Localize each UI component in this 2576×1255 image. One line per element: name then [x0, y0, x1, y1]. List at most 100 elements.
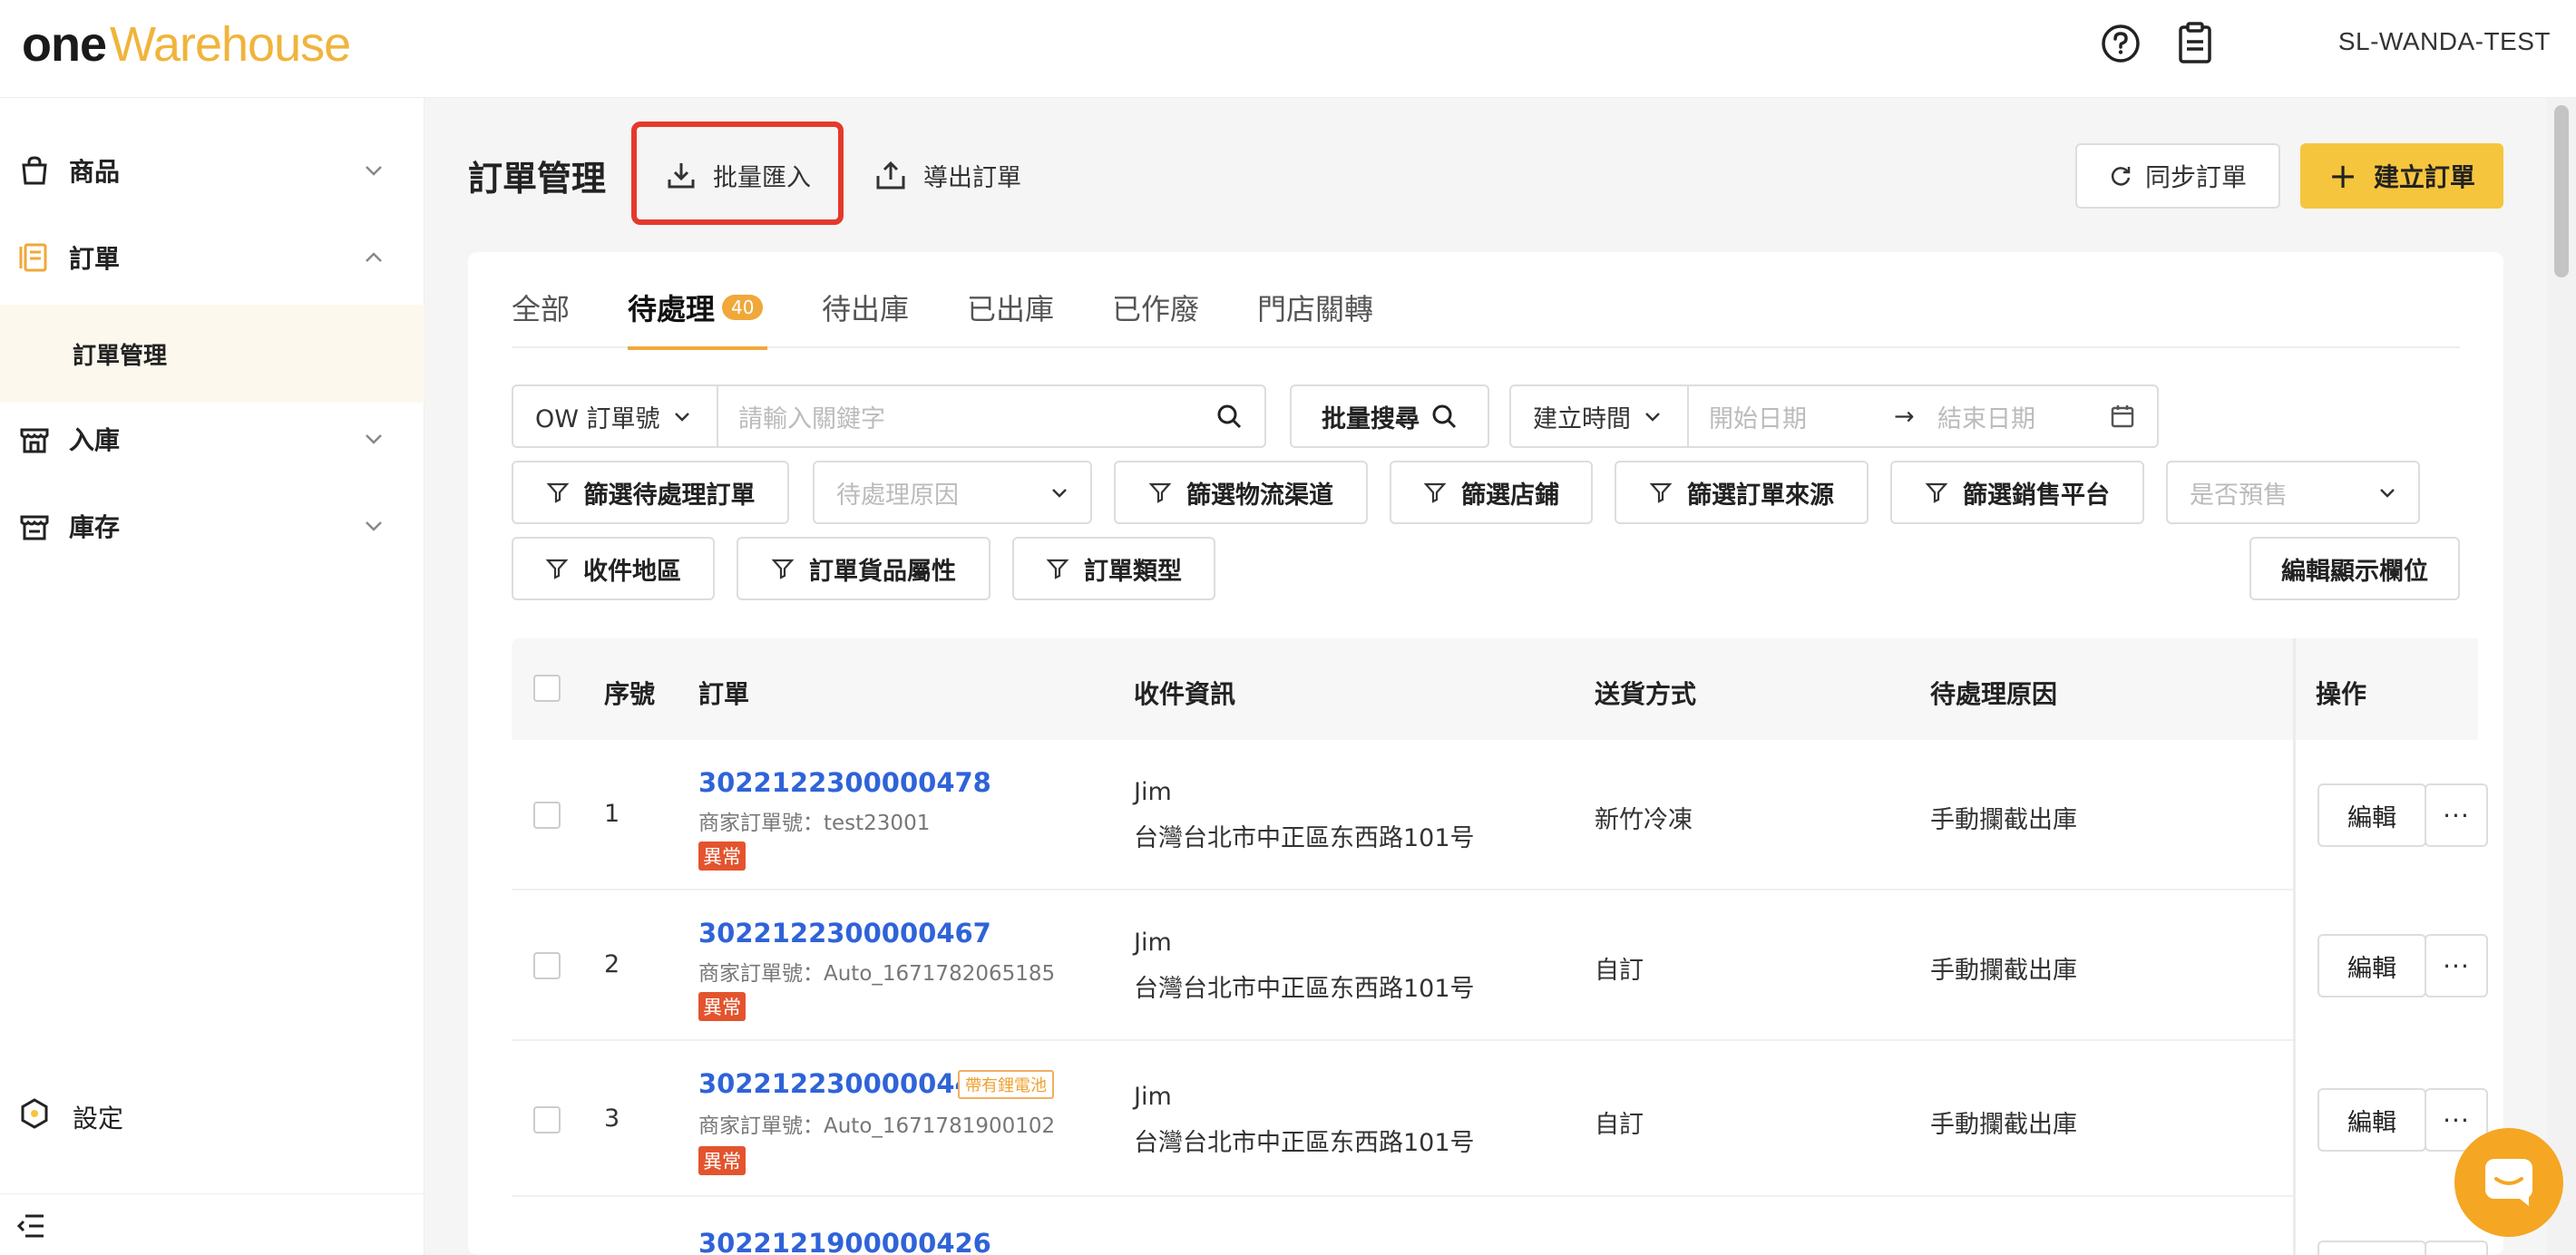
sidebar-item-orders[interactable]: 訂單: [0, 214, 424, 301]
row-checkbox[interactable]: [533, 952, 561, 979]
merchant-order-number: 商家訂單號：Auto_1671782065185: [698, 962, 1056, 986]
tab-pending[interactable]: 待處理 40: [628, 287, 764, 328]
select-all-checkbox[interactable]: [533, 675, 561, 702]
abnormal-tag: 異常: [698, 842, 746, 871]
sidebar-item-label: 庫存: [69, 512, 121, 542]
abnormal-tag: 異常: [698, 992, 746, 1021]
sidebar-collapse[interactable]: [0, 1193, 424, 1255]
tab-voided[interactable]: 已作廢: [1112, 287, 1199, 328]
chat-support-button[interactable]: [2454, 1128, 2563, 1237]
end-date-input[interactable]: 結束日期: [1937, 399, 2035, 434]
more-actions-button[interactable]: ···: [2425, 934, 2488, 997]
filter-sales-platform-button[interactable]: 篩選銷售平台: [1890, 461, 2144, 524]
filter-label: 篩選訂單來源: [1687, 481, 1834, 510]
clipboard-icon[interactable]: [2173, 22, 2217, 65]
filter-logistics-button[interactable]: 篩選物流渠道: [1114, 461, 1368, 524]
scrollbar-thumb[interactable]: [2554, 105, 2569, 277]
create-order-button[interactable]: + 建立訂單: [2300, 143, 2503, 209]
pending-reason: 手動攔截出庫: [1930, 957, 2077, 985]
tab-all[interactable]: 全部: [512, 287, 570, 328]
tab-shipped[interactable]: 已出庫: [967, 287, 1054, 328]
help-icon[interactable]: [2099, 22, 2142, 65]
sync-orders-button[interactable]: 同步訂單: [2075, 143, 2280, 209]
store-icon: [20, 428, 49, 453]
start-date-input[interactable]: 開始日期: [1709, 399, 1807, 434]
orders-card: 全部 待處理 40 待出庫 已出庫 已作廢 門店關轉 OW 訂單號 請輸入關鍵字 …: [468, 252, 2503, 1255]
filter-icon: [545, 559, 569, 579]
order-number-link[interactable]: 3022121900000426: [698, 1228, 991, 1255]
tab-store-transfer[interactable]: 門店關轉: [1257, 287, 1373, 328]
select-value: OW 訂單號: [535, 404, 660, 433]
row-checkbox[interactable]: [533, 802, 561, 829]
pending-reason-select[interactable]: 待處理原因: [813, 461, 1092, 524]
chevron-down-icon: [366, 166, 382, 176]
tabs-divider: [512, 346, 2460, 348]
tab-label: 全部: [512, 292, 571, 326]
recipient-name: Jim: [1134, 1083, 1172, 1111]
edit-button[interactable]: 編輯: [2317, 934, 2426, 997]
export-orders-button[interactable]: 導出訂單: [874, 145, 1021, 205]
delivery-method: 新竹冷凍: [1595, 806, 1693, 834]
filter-icon: [1046, 559, 1069, 579]
time-type-select[interactable]: 建立時間: [1509, 384, 1689, 448]
filter-order-type-button[interactable]: 訂單類型: [1012, 537, 1215, 600]
filter-label: 訂單類型: [1084, 557, 1182, 586]
edit-button-partial[interactable]: [2317, 1240, 2426, 1255]
logo[interactable]: oneWarehouse: [22, 16, 351, 73]
filter-icon: [546, 482, 569, 503]
tab-awaiting-shipment[interactable]: 待出庫: [822, 287, 909, 328]
order-number-link[interactable]: 3022122300000467: [698, 918, 991, 949]
keyword-search-input[interactable]: 請輸入關鍵字: [717, 384, 1266, 448]
order-number-type-select[interactable]: OW 訂單號: [512, 384, 718, 448]
search-icon[interactable]: [1215, 403, 1243, 430]
sidebar-item-inventory[interactable]: 庫存: [0, 482, 424, 569]
sidebar-subitem-order-management[interactable]: 訂單管理: [0, 305, 424, 403]
filter-store-button[interactable]: 篩選店鋪: [1390, 461, 1593, 524]
filter-label: 篩選銷售平台: [1963, 481, 2110, 510]
col-header-ops: 操作: [2316, 679, 2367, 709]
chevron-down-icon: [366, 434, 382, 444]
more-actions-button[interactable]: ···: [2425, 783, 2488, 847]
upload-icon: [876, 161, 905, 190]
sidebar-item-label: 設定: [73, 1104, 124, 1133]
chevron-down-icon: [674, 413, 689, 422]
sidebar-item-inbound[interactable]: 入庫: [0, 395, 424, 482]
col-header-seq: 序號: [604, 679, 656, 709]
pending-reason: 手動攔截出庫: [1930, 806, 2077, 834]
filter-order-source-button[interactable]: 篩選訂單來源: [1615, 461, 1869, 524]
row-checkbox[interactable]: [533, 1106, 561, 1133]
tab-label: 已出庫: [967, 292, 1055, 326]
tab-label: 已作廢: [1112, 292, 1200, 326]
edit-columns-button[interactable]: 編輯顯示欄位: [2249, 537, 2460, 600]
filter-pending-orders-button[interactable]: 篩選待處理訂單: [512, 461, 789, 524]
chat-icon: [2485, 1159, 2532, 1206]
col-header-recipient: 收件資訊: [1134, 679, 1236, 709]
edit-button[interactable]: 編輯: [2317, 1088, 2426, 1152]
order-number-link[interactable]: 3022122300000478: [698, 767, 991, 798]
select-value: 建立時間: [1533, 404, 1631, 433]
orders-table: 序號 訂單 收件資訊 送貨方式 待處理原因 1 3022122300000478…: [512, 638, 2488, 1255]
recipient-name: Jim: [1134, 778, 1172, 806]
sidebar-item-label: 入庫: [69, 425, 121, 455]
page-scrollbar[interactable]: [2547, 98, 2576, 1255]
tab-label: 待出庫: [822, 292, 910, 326]
batch-search-label: 批量搜尋: [1322, 404, 1420, 433]
date-range-picker[interactable]: 開始日期 → 結束日期: [1687, 384, 2159, 448]
ops-column: 操作 編輯 ··· 編輯 ··· 編輯 ···: [2293, 638, 2488, 1255]
edit-button[interactable]: 編輯: [2317, 783, 2426, 847]
more-actions-button-partial[interactable]: [2425, 1240, 2488, 1255]
pending-reason: 手動攔截出庫: [1930, 1111, 2077, 1139]
sidebar-item-products[interactable]: 商品: [0, 127, 424, 214]
sidebar-item-settings[interactable]: 設定: [0, 1081, 424, 1146]
batch-search-button[interactable]: 批量搜尋: [1290, 384, 1489, 448]
presale-select[interactable]: 是否預售: [2166, 461, 2420, 524]
filter-icon: [1148, 482, 1172, 503]
user-menu[interactable]: SL-WANDA-TEST: [2338, 27, 2551, 56]
filter-region-button[interactable]: 收件地區: [512, 537, 715, 600]
filter-icon: [1423, 482, 1447, 503]
filter-goods-attribute-button[interactable]: 訂單貨品屬性: [737, 537, 990, 600]
tab-label: 待處理: [628, 292, 716, 326]
chevron-down-icon: [366, 521, 382, 531]
order-number-link[interactable]: 3022122300000445: [698, 1068, 991, 1099]
delivery-method: 自訂: [1595, 957, 1644, 985]
